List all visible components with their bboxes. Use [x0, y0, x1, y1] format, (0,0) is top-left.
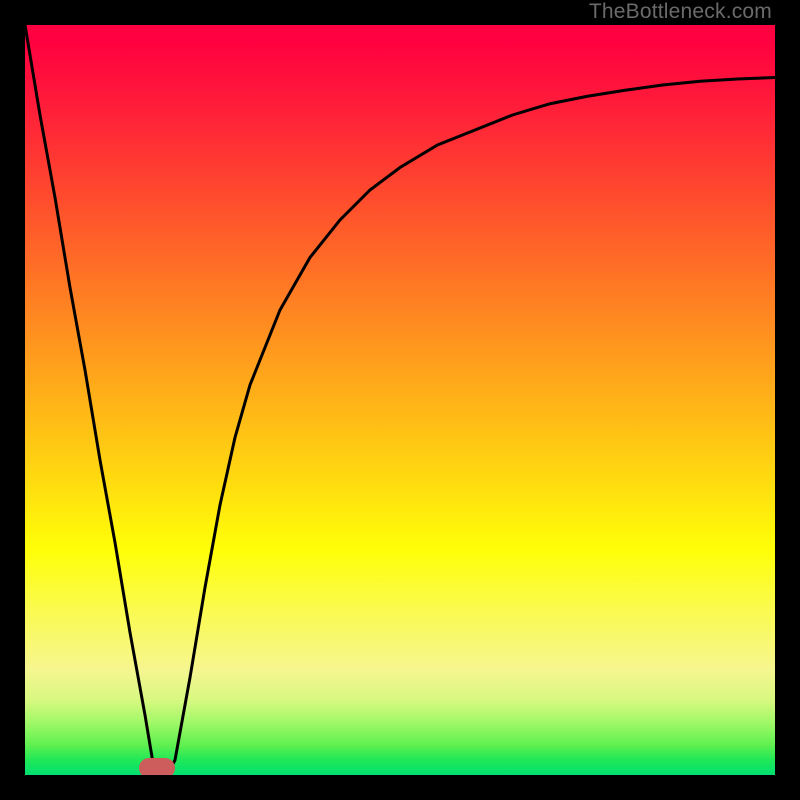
min-marker [139, 758, 175, 775]
bottleneck-curve [25, 25, 775, 775]
watermark-text: TheBottleneck.com [589, 0, 772, 24]
plot-area [25, 25, 775, 775]
curve-layer [25, 25, 775, 775]
chart-frame: TheBottleneck.com [0, 0, 800, 800]
